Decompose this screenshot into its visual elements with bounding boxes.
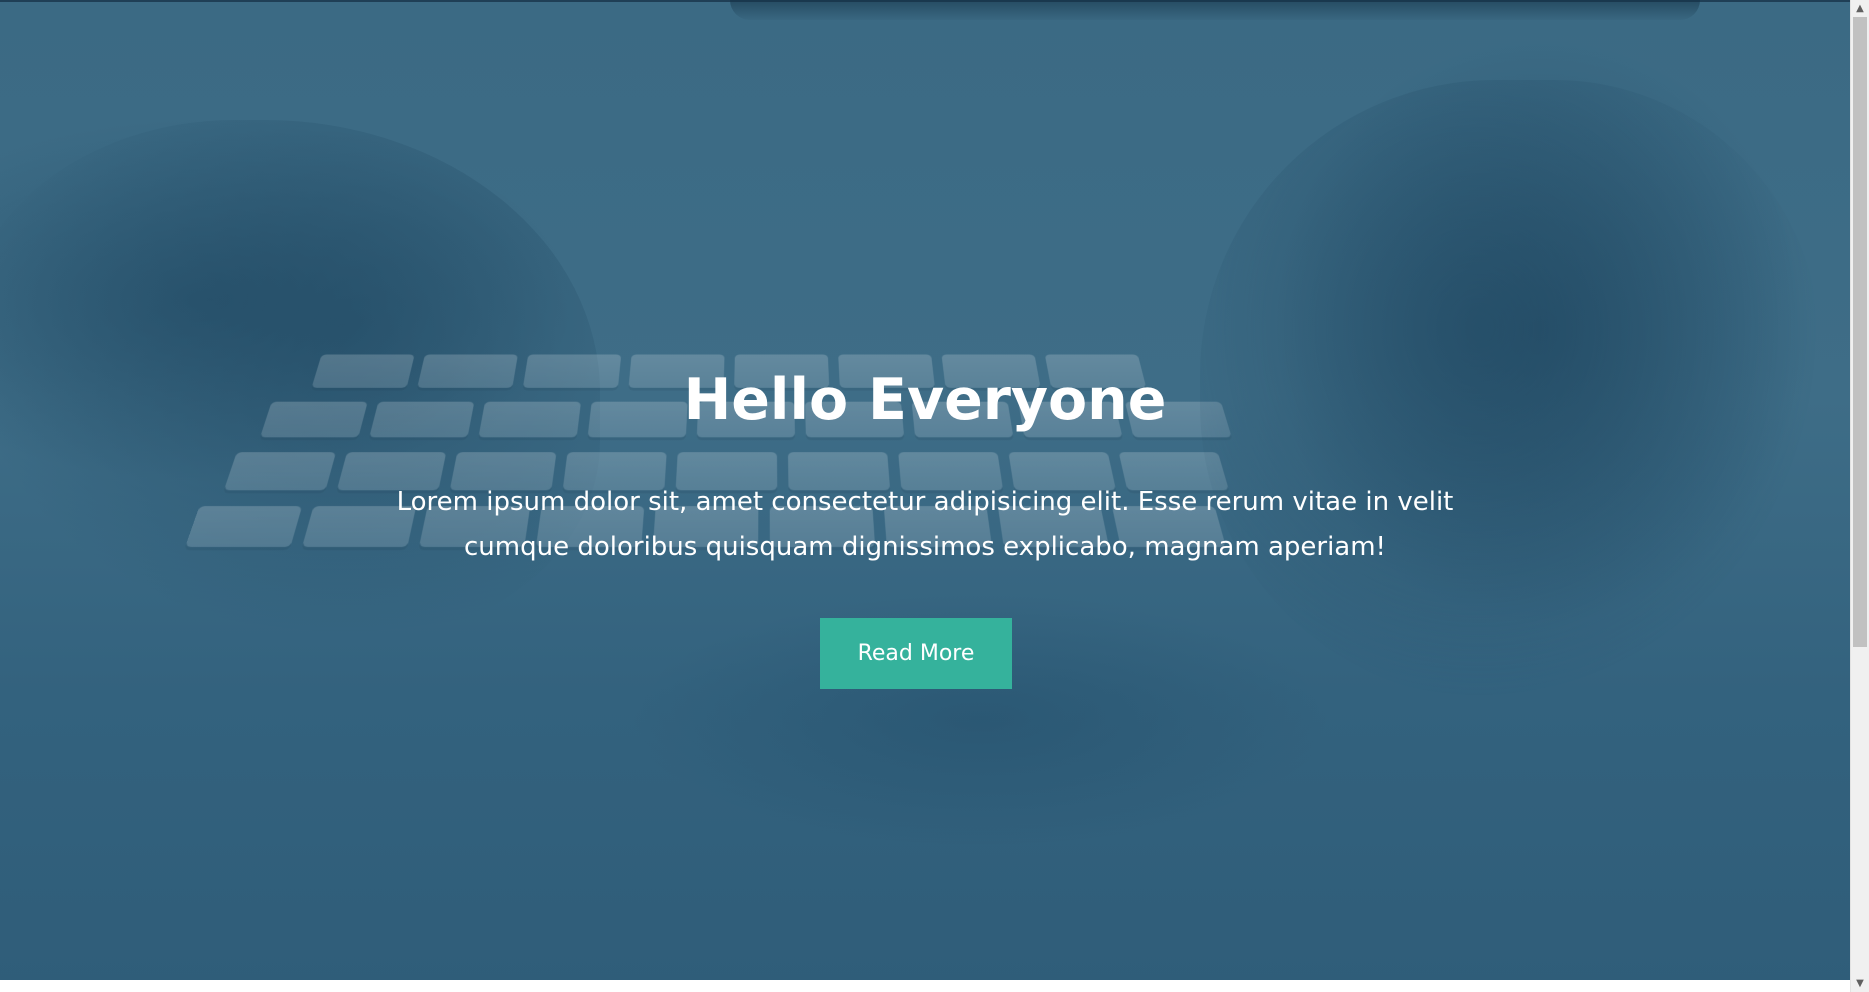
vertical-scrollbar[interactable]: ▲ ▼ [1850,0,1869,992]
hero-title: Hello Everyone [683,367,1167,433]
hero-content: Hello Everyone Lorem ipsum dolor sit, am… [0,0,1850,992]
chevron-down-icon[interactable]: ▼ [1851,975,1869,992]
scrollbar-thumb[interactable] [1853,17,1867,647]
read-more-button[interactable]: Read More [820,618,1012,689]
hero-description: Lorem ipsum dolor sit, amet consectetur … [396,487,1454,562]
hero-section: Hello Everyone Lorem ipsum dolor sit, am… [0,0,1850,992]
chevron-up-icon[interactable]: ▲ [1851,0,1869,17]
page-viewport: Hello Everyone Lorem ipsum dolor sit, am… [0,0,1850,992]
page-bottom-edge [0,980,1850,992]
